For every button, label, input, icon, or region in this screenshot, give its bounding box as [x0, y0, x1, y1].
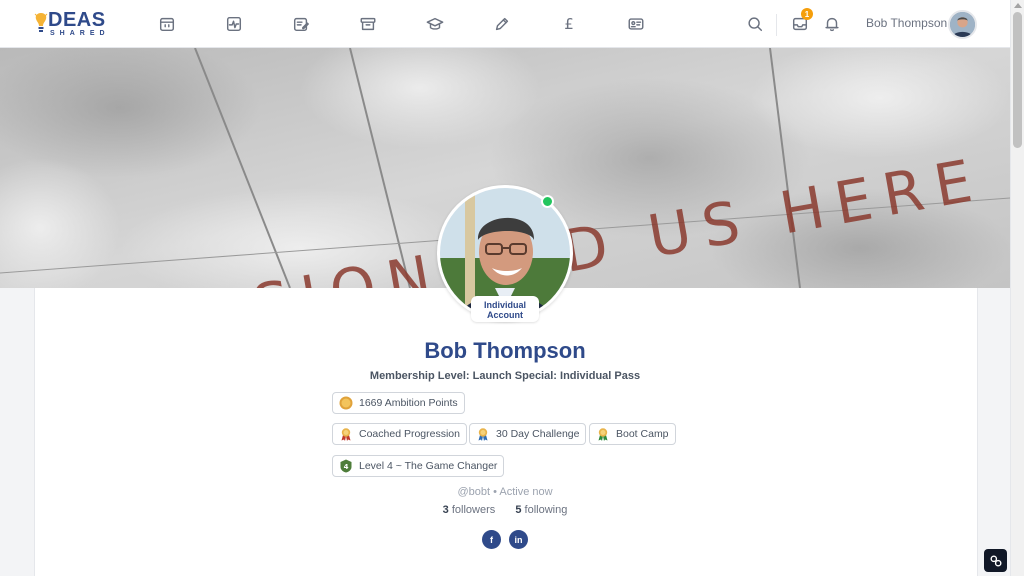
scrollbar-thumb[interactable] [1013, 12, 1022, 148]
logo-wordmark: DEAS [48, 9, 106, 31]
level-chip[interactable]: 4 Level 4 ~ The Game Changer [332, 455, 505, 477]
badge-chip-boot-camp[interactable]: Boot Camp [589, 423, 676, 445]
profile-name: Bob Thompson [424, 338, 586, 363]
badge-label: 30 Day Challenge [496, 428, 580, 440]
activity-icon[interactable] [224, 14, 244, 34]
gold-coin-icon [339, 396, 353, 410]
archive-icon[interactable] [358, 14, 378, 34]
user-menu-avatar[interactable] [948, 10, 977, 39]
svg-text:4: 4 [344, 463, 349, 471]
followers-count: 3 [442, 504, 449, 516]
store-icon[interactable] [157, 14, 177, 34]
badge-chip-coached-progression[interactable]: Coached Progression [332, 423, 467, 445]
following-count: 5 [515, 504, 522, 516]
pencil-icon[interactable] [492, 14, 512, 34]
following-label: following [524, 504, 568, 516]
link-widget-icon[interactable] [984, 549, 1007, 572]
inbox-count-badge: 1 [801, 8, 813, 20]
ambition-points-chip[interactable]: 1669 Ambition Points [332, 392, 465, 414]
logo-subtitle: SHARED [50, 30, 110, 37]
edit-note-icon[interactable] [291, 14, 311, 34]
handle-activity-line: @bobt • Active now [457, 486, 553, 498]
top-navigation-bar: DEAS SHARED £ 1 Bob Thompson [0, 0, 1010, 48]
badge-label: Boot Camp [616, 428, 669, 440]
facebook-icon[interactable]: f [482, 530, 501, 549]
level-shield-icon: 4 [340, 459, 352, 473]
search-icon[interactable] [745, 14, 765, 34]
pound-icon[interactable]: £ [559, 14, 579, 34]
ideas-shared-logo[interactable]: DEAS SHARED [34, 9, 114, 39]
bell-icon[interactable] [822, 14, 842, 34]
membership-level: Membership Level: Launch Special: Indivi… [369, 370, 641, 382]
badge-label: Coached Progression [359, 428, 460, 440]
badge-chip-30-day-challenge[interactable]: 30 Day Challenge [469, 423, 587, 445]
graduation-cap-icon[interactable] [425, 14, 445, 34]
following-link[interactable]: 5 following [515, 504, 567, 516]
page-scrollbar[interactable] [1010, 0, 1024, 576]
follow-stats: 3 followers 5 following [0, 504, 1010, 516]
followers-link[interactable]: 3 followers [443, 504, 496, 516]
linkedin-icon[interactable]: in [509, 530, 528, 549]
ambition-points-label: 1669 Ambition Points [359, 397, 458, 409]
followers-label: followers [451, 504, 496, 516]
level-label: Level 4 ~ The Game Changer [359, 460, 498, 472]
toolbar-divider [776, 14, 777, 36]
user-menu-name[interactable]: Bob Thompson [866, 16, 947, 30]
id-card-icon[interactable] [626, 14, 646, 34]
red-award-ribbon-icon [341, 428, 351, 441]
pound-symbol: £ [564, 15, 574, 33]
linkedin-letter: in [514, 534, 523, 545]
account-type-tag: Individual Account [471, 296, 539, 322]
scroll-up-arrow-icon[interactable] [1014, 3, 1022, 8]
green-award-ribbon-icon [598, 428, 608, 441]
blue-award-ribbon-icon [478, 428, 488, 441]
lightbulb-logo-icon [34, 13, 48, 32]
facebook-letter: f [490, 534, 493, 545]
online-status-dot [541, 195, 554, 208]
